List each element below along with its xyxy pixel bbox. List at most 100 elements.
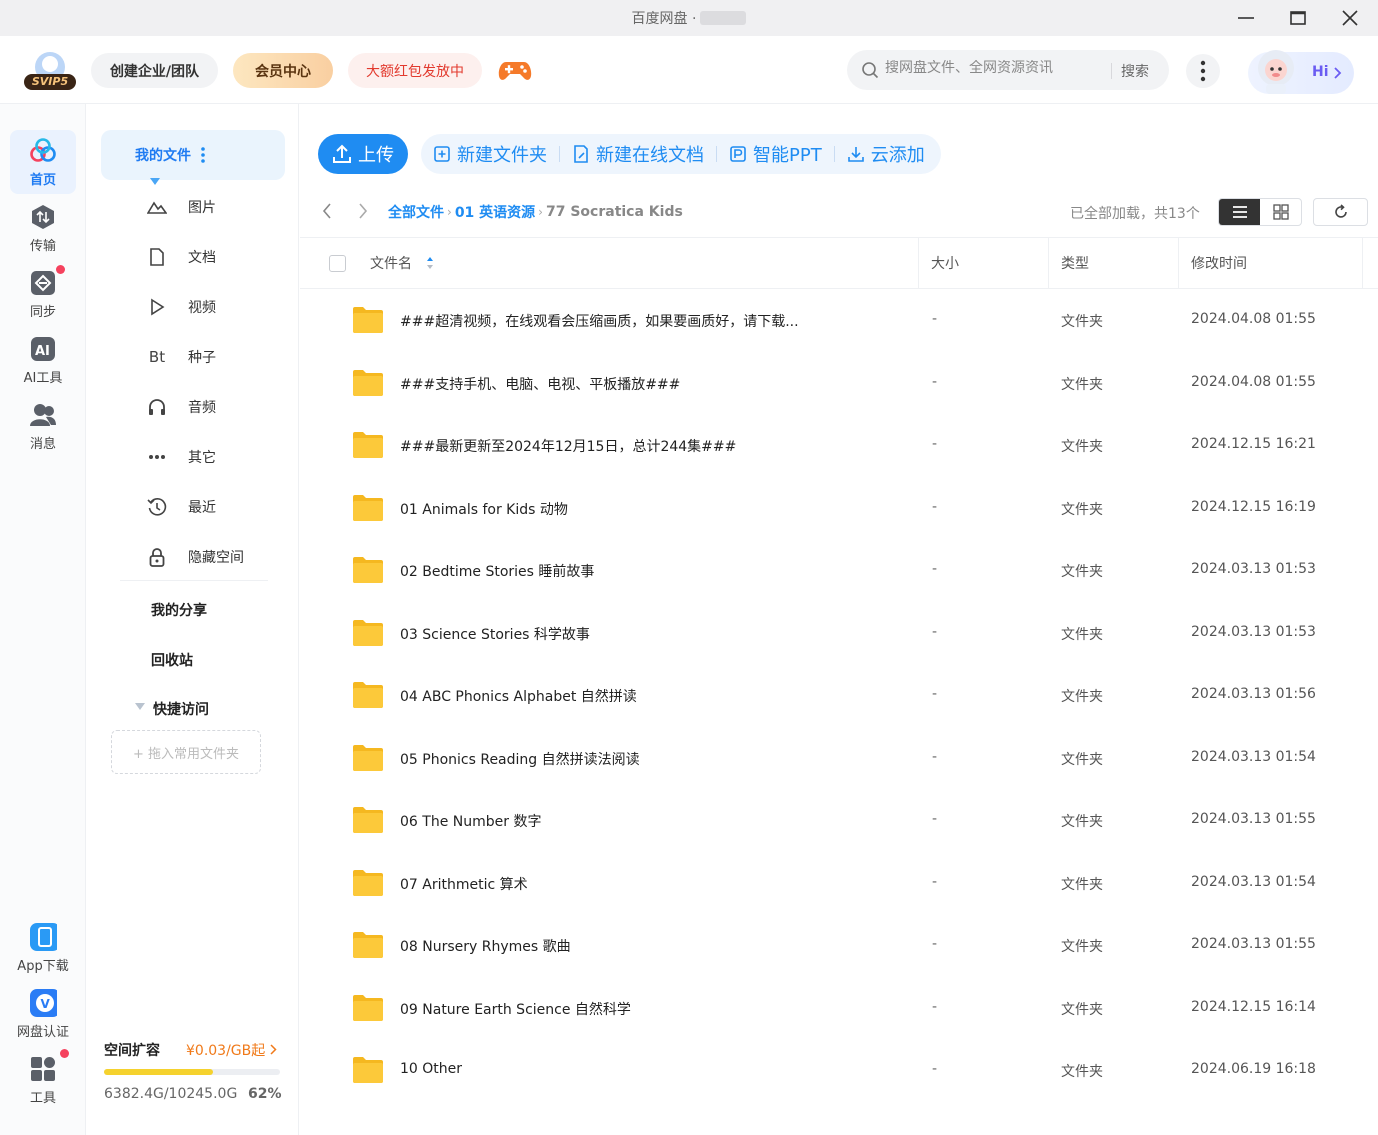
sidebar-item-other[interactable]: 其它 <box>146 442 216 472</box>
file-name[interactable]: ###支持手机、电脑、电视、平板播放### <box>400 374 680 394</box>
sidebar-item-videos[interactable]: 视频 <box>146 292 216 322</box>
sidebar-item-torrents[interactable]: Bt 种子 <box>146 342 216 372</box>
table-row[interactable]: 07 Arithmetic 算术 - 文件夹 2024.03.13 01:54 <box>300 852 1378 915</box>
table-row[interactable]: 08 Nursery Rhymes 歌曲 - 文件夹 2024.03.13 01:55 <box>300 914 1378 977</box>
sidebar-item-my-files[interactable]: 我的文件 <box>101 130 285 185</box>
app-header: SVIP5 创建企业/团队 会员中心 大额红包发放中 搜索 Hi <box>0 36 1378 104</box>
search-button[interactable]: 搜索 <box>1121 61 1149 81</box>
view-switcher <box>1218 198 1302 226</box>
file-name[interactable]: 07 Arithmetic 算术 <box>400 874 528 894</box>
rail-item-ai-tools[interactable]: AI AI工具 <box>10 328 76 392</box>
quick-access-drop-zone[interactable]: + 拖入常用文件夹 <box>111 730 261 774</box>
column-header-type[interactable]: 类型 <box>1061 238 1089 288</box>
member-center-button[interactable]: 会员中心 <box>233 53 333 88</box>
sidebar-item-documents[interactable]: 文档 <box>146 242 216 272</box>
history-icon <box>146 497 168 517</box>
verify-icon: V <box>29 988 57 1017</box>
file-table-header: 文件名 大小 类型 修改时间 <box>300 237 1378 289</box>
search-icon <box>862 62 879 79</box>
rail-item-verify[interactable]: V 网盘认证 <box>10 982 76 1046</box>
cloud-add-button[interactable]: 云添加 <box>835 134 937 174</box>
quota-progress-bar <box>104 1069 280 1075</box>
table-row[interactable]: 03 Science Stories 科学故事 - 文件夹 2024.03.13 01… <box>300 602 1378 665</box>
file-name[interactable]: 01 Animals for Kids 动物 <box>400 499 568 519</box>
column-header-name[interactable]: 文件名 <box>370 238 434 288</box>
table-row[interactable]: 01 Animals for Kids 动物 - 文件夹 2024.12.15 16:… <box>300 477 1378 540</box>
file-name[interactable]: ###最新更新至2024年12月15日，总计244集### <box>400 436 736 456</box>
file-name[interactable]: 05 Phonics Reading 自然拼读法阅读 <box>400 749 640 769</box>
list-view-button[interactable] <box>1219 199 1260 225</box>
back-arrow-icon[interactable] <box>322 203 332 219</box>
sidebar-item-hidden-space[interactable]: 隐藏空间 <box>146 542 244 572</box>
file-name[interactable]: 10 Other <box>400 1061 462 1077</box>
table-row[interactable]: ###最新更新至2024年12月15日，总计244集### - 文件夹 2024.12… <box>300 414 1378 477</box>
svg-text:AI: AI <box>35 344 50 359</box>
sidebar-item-images[interactable]: 图片 <box>146 192 216 222</box>
new-folder-button[interactable]: 新建文件夹 <box>421 134 559 174</box>
file-modified-time: 2024.04.08 01:55 <box>1191 373 1316 390</box>
navigation-bar: 全部文件 › 01 英语资源 › 77 Socratica Kids 已全部加载… <box>318 196 1368 226</box>
rail-item-sync[interactable]: 同步 <box>10 262 76 326</box>
gamepad-icon <box>498 62 532 80</box>
column-header-modified[interactable]: 修改时间 <box>1191 238 1247 288</box>
table-row[interactable]: 06 The Number 数字 - 文件夹 2024.03.13 01:55 <box>300 789 1378 852</box>
column-divider <box>1362 238 1363 288</box>
rail-item-home[interactable]: 首页 <box>10 130 76 194</box>
more-menu-button[interactable] <box>1186 54 1220 88</box>
rail-item-label: 消息 <box>29 436 56 452</box>
image-icon <box>146 199 168 215</box>
game-button[interactable] <box>498 56 532 88</box>
search-box[interactable]: 搜索 <box>847 50 1169 90</box>
file-name[interactable]: 03 Science Stories 科学故事 <box>400 624 590 644</box>
close-button[interactable] <box>1324 0 1376 36</box>
sidebar-item-quick-access[interactable]: 快捷访问 <box>135 699 209 719</box>
file-name[interactable]: 04 ABC Phonics Alphabet 自然拼读 <box>400 686 637 706</box>
sidebar-item-audio[interactable]: 音频 <box>146 392 216 422</box>
file-name[interactable]: 09 Nature Earth Science 自然科学 <box>400 999 631 1019</box>
quota-promo-link[interactable]: ¥0.03/GB起 <box>186 1040 277 1060</box>
breadcrumb-item-all-files[interactable]: 全部文件 <box>388 202 444 222</box>
minimize-button[interactable] <box>1220 0 1272 36</box>
grid-view-button[interactable] <box>1260 199 1301 225</box>
red-packet-button[interactable]: 大额红包发放中 <box>348 53 482 88</box>
table-row[interactable]: 02 Bedtime Stories 睡前故事 - 文件夹 2024.03.13 01… <box>300 539 1378 602</box>
column-header-size[interactable]: 大小 <box>931 238 959 288</box>
quota-percent: 62% <box>248 1086 282 1102</box>
sidebar-item-recent[interactable]: 最近 <box>146 492 216 522</box>
sidebar-item-my-share[interactable]: 我的分享 <box>151 600 207 620</box>
search-input[interactable] <box>885 60 1105 76</box>
rail-item-tools[interactable]: 工具 <box>10 1048 76 1112</box>
table-row[interactable]: 05 Phonics Reading 自然拼读法阅读 - 文件夹 2024.03.13… <box>300 727 1378 790</box>
table-row[interactable]: 09 Nature Earth Science 自然科学 - 文件夹 2024.12.… <box>300 977 1378 1040</box>
refresh-button[interactable] <box>1313 198 1368 226</box>
file-modified-time: 2024.03.13 01:56 <box>1191 686 1316 702</box>
create-team-button[interactable]: 创建企业/团队 <box>91 53 218 88</box>
rail-item-app-download[interactable]: App下载 <box>10 916 76 980</box>
select-all-checkbox[interactable] <box>329 255 346 272</box>
avatar-svip-logo[interactable]: SVIP5 <box>24 50 76 90</box>
rail-item-messages[interactable]: 消息 <box>10 394 76 458</box>
file-name[interactable]: ###超清视频，在线观看会压缩画质，如果要画质好，请下载... <box>400 311 799 331</box>
file-modified-time: 2024.12.15 16:19 <box>1191 498 1316 515</box>
refresh-icon <box>1334 204 1347 218</box>
new-online-doc-button[interactable]: 新建在线文档 <box>560 134 716 174</box>
sidebar-item-recycle-bin[interactable]: 回收站 <box>151 650 193 670</box>
smart-ppt-button[interactable]: 智能PPT <box>717 134 834 174</box>
rail-item-transfer[interactable]: 传输 <box>10 196 76 260</box>
list-view-icon <box>1232 206 1247 218</box>
vertical-dots-icon[interactable] <box>201 147 205 163</box>
table-row[interactable]: ###支持手机、电脑、电视、平板播放### - 文件夹 2024.04.08 01:5… <box>300 352 1378 415</box>
table-row[interactable]: 04 ABC Phonics Alphabet 自然拼读 - 文件夹 2024.03.… <box>300 664 1378 727</box>
table-row[interactable]: ###超清视频，在线观看会压缩画质，如果要画质好，请下载... - 文件夹 2024.… <box>300 289 1378 352</box>
file-name[interactable]: 02 Bedtime Stories 睡前故事 <box>400 561 594 581</box>
forward-arrow-icon[interactable] <box>358 203 368 219</box>
breadcrumb-item-english[interactable]: 01 英语资源 <box>455 202 535 222</box>
toolbar-actions: 新建文件夹 新建在线文档 智能PPT 云添加 <box>421 134 941 174</box>
file-name[interactable]: 08 Nursery Rhymes 歌曲 <box>400 936 571 956</box>
file-name[interactable]: 06 The Number 数字 <box>400 811 541 831</box>
table-row[interactable]: 10 Other - 文件夹 2024.06.19 16:18 <box>300 1039 1378 1102</box>
upload-button[interactable]: 上传 <box>318 134 408 174</box>
quota-promo-text: ¥0.03/GB起 <box>186 1043 266 1059</box>
assistant-hi-button[interactable]: Hi <box>1248 50 1354 94</box>
maximize-button[interactable] <box>1272 0 1324 36</box>
